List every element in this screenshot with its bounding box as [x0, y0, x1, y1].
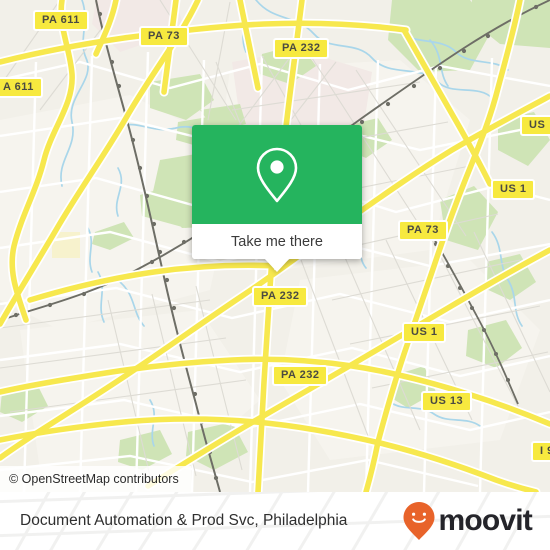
- road-shield-us-13-south: US 13: [421, 391, 473, 412]
- road-shield-pa-73-east: PA 73: [398, 220, 448, 241]
- road-shield-pa-232-south: PA 232: [272, 365, 329, 386]
- popup-header: [192, 125, 362, 224]
- road-shield-pa-232-mid: PA 232: [252, 286, 309, 307]
- road-shield-us-east-top: US: [520, 115, 550, 136]
- road-shield-interstate-southeast: I 9: [531, 441, 550, 462]
- moovit-map-screenshot: PA 611 PA 73 PA 232 A 611 US US 1 PA 73 PA 232 U…: [0, 0, 550, 550]
- take-me-there-label: Take me there: [231, 233, 323, 250]
- road-shield-us-1-south: US 1: [402, 322, 447, 343]
- road-shield-pa-611-north: PA 611: [33, 10, 89, 31]
- road-shield-us-1-east: US 1: [491, 179, 536, 200]
- place-title-text: Document Automation & Prod Svc, Philadel…: [20, 512, 348, 529]
- place-title: Document Automation & Prod Svc, Philadel…: [20, 492, 347, 550]
- take-me-there-popup[interactable]: Take me there: [192, 125, 362, 272]
- road-shield-pa-232-north: PA 232: [273, 38, 330, 59]
- moovit-wordmark: moovit: [438, 504, 532, 537]
- road-shield-pa-611-west: A 611: [0, 77, 43, 98]
- attribution-text: © OpenStreetMap contributors: [9, 472, 179, 486]
- map-canvas[interactable]: PA 611 PA 73 PA 232 A 611 US US 1 PA 73 PA 232 U…: [0, 0, 550, 492]
- moovit-pin-icon: [403, 502, 435, 540]
- footer-bar: Document Automation & Prod Svc, Philadel…: [0, 492, 550, 550]
- road-shield-pa-73-north: PA 73: [139, 26, 189, 47]
- popup-pointer-tail: [264, 258, 290, 272]
- moovit-logo[interactable]: moovit: [402, 492, 533, 550]
- take-me-there-button[interactable]: Take me there: [192, 224, 362, 259]
- map-pin-icon: [256, 147, 298, 202]
- map-attribution[interactable]: © OpenStreetMap contributors: [0, 466, 191, 492]
